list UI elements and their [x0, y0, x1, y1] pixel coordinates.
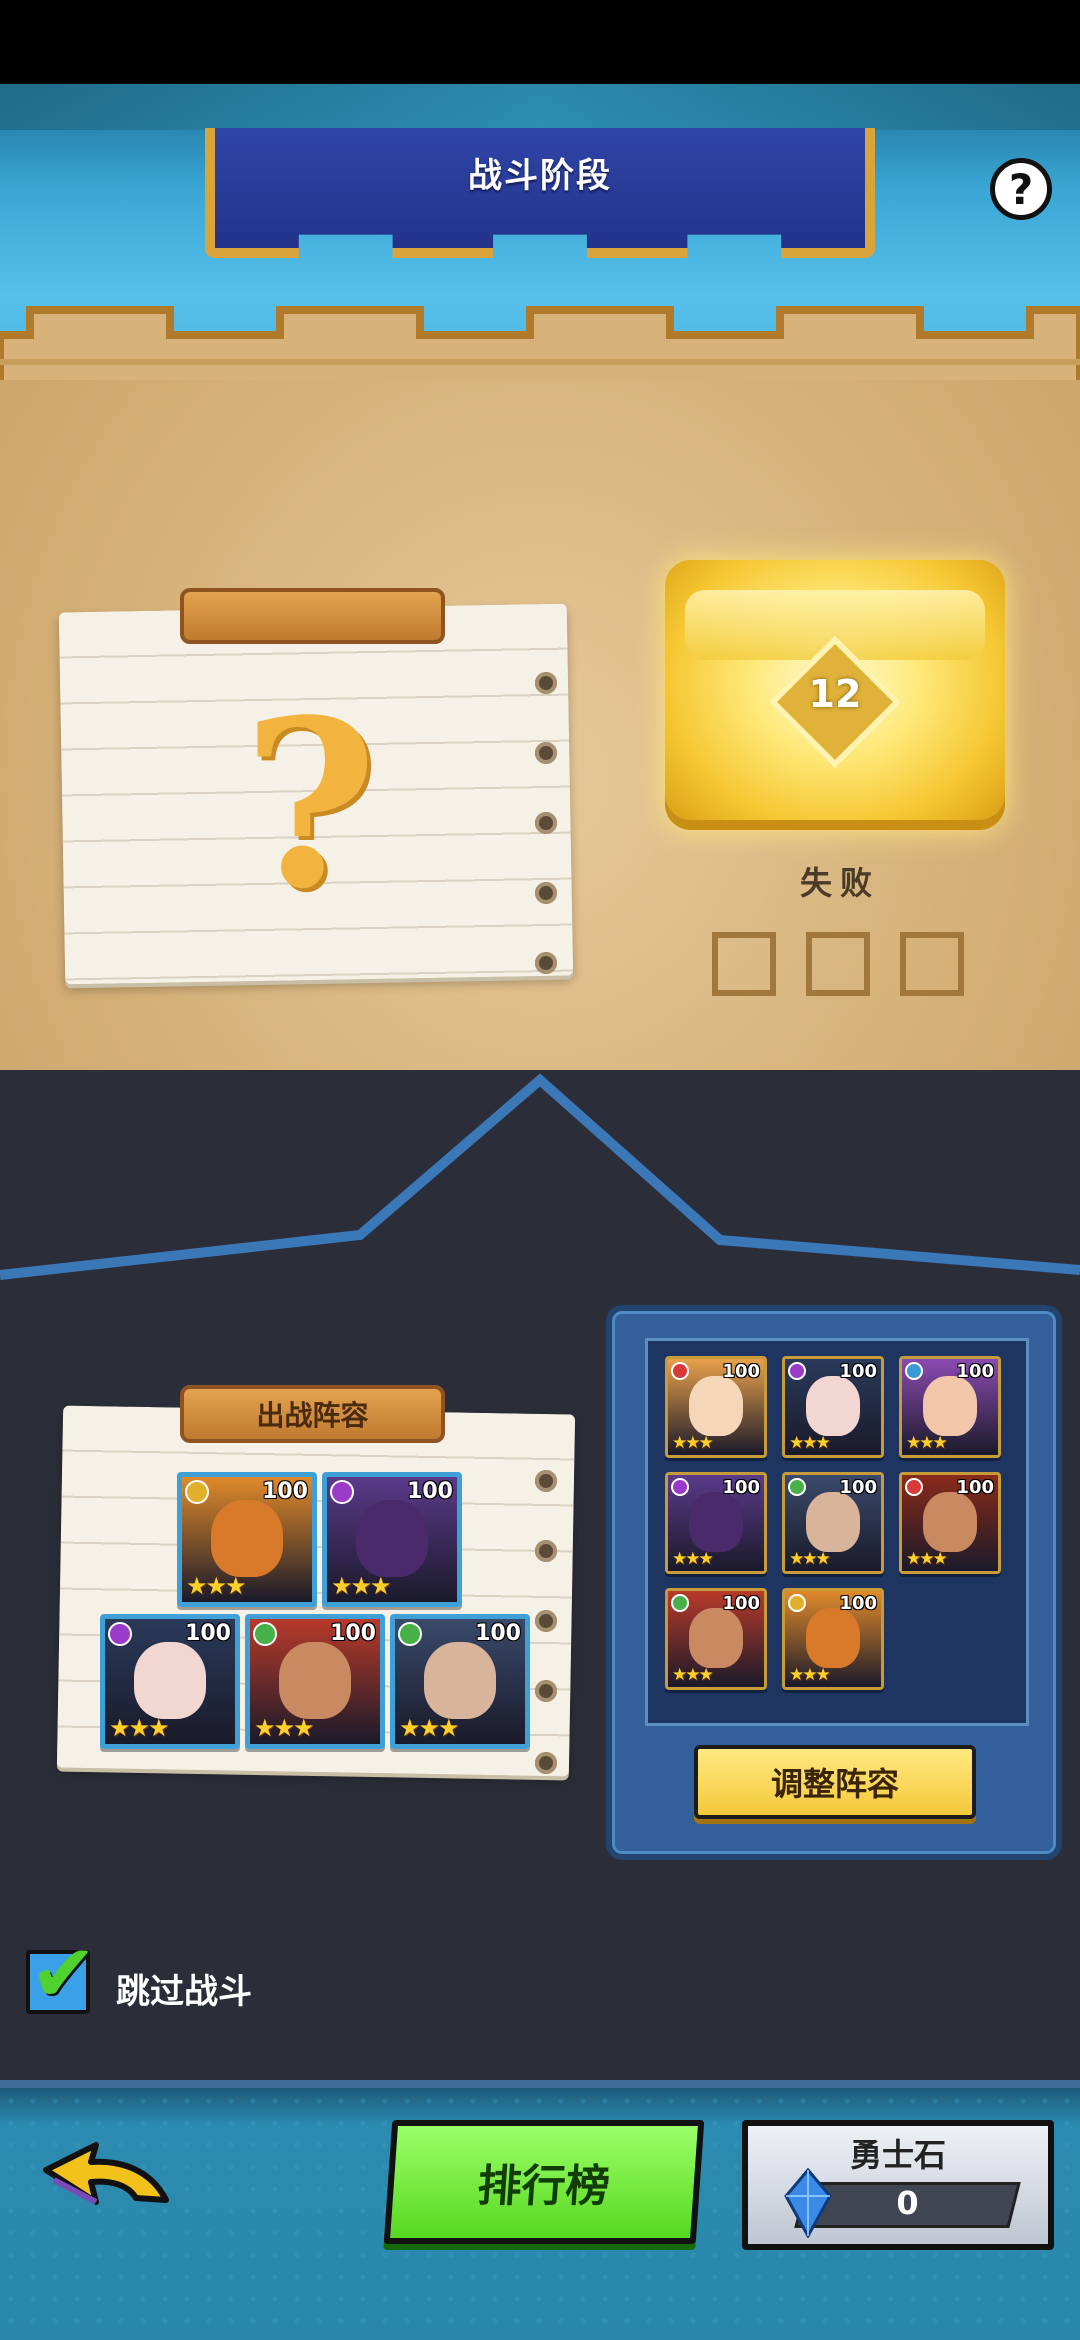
- hero-card-orange-robot[interactable]: 100 ★★★: [177, 1472, 317, 1607]
- hero-portrait: [923, 1492, 977, 1552]
- hero-portrait: [806, 1492, 860, 1552]
- hero-card-hat-rogue[interactable]: 100 ★★★: [782, 1472, 884, 1574]
- hero-class-icon: [905, 1478, 923, 1496]
- leaderboard-label: 排行榜: [475, 2161, 612, 2212]
- hero-class-icon: [905, 1362, 923, 1380]
- hero-stars: ★★★: [789, 1549, 831, 1569]
- battle-result-text: 失败: [799, 864, 880, 902]
- hero-stars: ★★★: [789, 1433, 831, 1453]
- hero-card-hat-rogue[interactable]: 100 ★★★: [390, 1614, 530, 1749]
- hero-card-blonde-girl[interactable]: 100 ★★★: [665, 1356, 767, 1458]
- hero-card-orange-robot[interactable]: 100 ★★★: [782, 1588, 884, 1690]
- hero-portrait: [133, 1641, 207, 1719]
- hero-stars: ★★★: [331, 1572, 392, 1600]
- hero-stars: ★★★: [906, 1549, 948, 1569]
- hero-level: 100: [475, 1621, 521, 1646]
- hero-class-icon: [398, 1622, 422, 1646]
- note-ring: [535, 742, 557, 764]
- hero-stars: ★★★: [254, 1714, 315, 1742]
- result-slot: [806, 932, 870, 996]
- skip-battle-label[interactable]: 跳过战斗: [116, 1964, 252, 2013]
- hero-stars: ★★★: [672, 1549, 714, 1569]
- hero-level: 100: [722, 1361, 760, 1382]
- hero-stars: ★★★: [399, 1714, 460, 1742]
- note-ring: [535, 1752, 557, 1774]
- chest-level-number: 12: [808, 672, 862, 716]
- hero-class-icon: [330, 1480, 354, 1504]
- hero-card-warrior-headband[interactable]: 100 ★★★: [245, 1614, 385, 1749]
- hero-level: 100: [839, 1477, 877, 1498]
- hero-portrait: [806, 1376, 860, 1436]
- hero-class-icon: [253, 1622, 277, 1646]
- hero-stars: ★★★: [789, 1665, 831, 1685]
- sky-strip: [0, 84, 1080, 130]
- help-button[interactable]: ?: [990, 158, 1052, 220]
- hero-level: 100: [330, 1621, 376, 1646]
- hero-card-warrior-headband[interactable]: 100 ★★★: [665, 1588, 767, 1690]
- lineup-panel-peak: [0, 1073, 1080, 1300]
- hero-portrait: [689, 1608, 743, 1668]
- hero-level: 100: [722, 1593, 760, 1614]
- hero-portrait: [355, 1499, 429, 1577]
- adjust-lineup-label: 调整阵容: [770, 1765, 899, 1803]
- note-ring: [535, 1540, 557, 1562]
- hero-stars: ★★★: [672, 1665, 714, 1685]
- hero-level: 100: [722, 1477, 760, 1498]
- hero-portrait: [423, 1641, 497, 1719]
- status-bar: [0, 0, 1080, 84]
- hero-level: 100: [956, 1477, 994, 1498]
- hero-level: 100: [839, 1361, 877, 1382]
- hero-stars: ★★★: [186, 1572, 247, 1600]
- check-icon: ✔: [30, 1927, 98, 2020]
- hero-level: 100: [262, 1479, 308, 1504]
- back-arrow-icon[interactable]: [36, 2140, 176, 2220]
- result-slot: [712, 932, 776, 996]
- hero-card-dark-haired-girl[interactable]: 100 ★★★: [100, 1614, 240, 1749]
- hero-stars: ★★★: [906, 1433, 948, 1453]
- hero-stars: ★★★: [672, 1433, 714, 1453]
- hero-portrait: [806, 1608, 860, 1668]
- hero-level: 100: [185, 1621, 231, 1646]
- blue-gem-icon: [784, 2168, 832, 2238]
- hero-class-icon: [671, 1362, 689, 1380]
- note-ring: [535, 1470, 557, 1492]
- note-ring: [535, 1610, 557, 1632]
- result-slot: [900, 932, 964, 996]
- hero-portrait: [923, 1376, 977, 1436]
- page-title: 战斗阶段: [468, 156, 612, 196]
- lineup-title: 出战阵容: [256, 1399, 369, 1432]
- hero-class-icon: [788, 1478, 806, 1496]
- lineup-title-clip: 出战阵容: [180, 1385, 445, 1443]
- hero-card-purple-demon[interactable]: 100 ★★★: [665, 1472, 767, 1574]
- hero-card-red-haired-girl[interactable]: 100 ★★★: [899, 1356, 1001, 1458]
- hero-class-icon: [788, 1594, 806, 1612]
- note-ring: [535, 882, 557, 904]
- hero-portrait: [689, 1492, 743, 1552]
- mystery-question-mark: ?: [242, 670, 378, 940]
- note-clip: [180, 588, 445, 644]
- hero-class-icon: [671, 1594, 689, 1612]
- hero-card-purple-demon[interactable]: 100 ★★★: [322, 1472, 462, 1607]
- adjust-lineup-button[interactable]: 调整阵容: [694, 1745, 976, 1819]
- note-ring: [535, 1680, 557, 1702]
- note-ring: [535, 812, 557, 834]
- question-icon: ?: [1008, 164, 1034, 214]
- hero-class-icon: [788, 1362, 806, 1380]
- hero-card-dark-haired-girl[interactable]: 100 ★★★: [782, 1356, 884, 1458]
- hero-class-icon: [108, 1622, 132, 1646]
- note-ring: [535, 952, 557, 974]
- hero-portrait: [210, 1499, 284, 1577]
- hero-class-icon: [671, 1478, 689, 1496]
- hero-card-bearded-warrior[interactable]: 100 ★★★: [899, 1472, 1001, 1574]
- hero-portrait: [689, 1376, 743, 1436]
- note-ring: [535, 672, 557, 694]
- hero-stars: ★★★: [109, 1714, 170, 1742]
- hero-level: 100: [839, 1593, 877, 1614]
- hero-level: 100: [956, 1361, 994, 1382]
- leaderboard-button[interactable]: 排行榜: [383, 2120, 705, 2244]
- hero-level: 100: [407, 1479, 453, 1504]
- hero-portrait: [278, 1641, 352, 1719]
- hero-class-icon: [185, 1480, 209, 1504]
